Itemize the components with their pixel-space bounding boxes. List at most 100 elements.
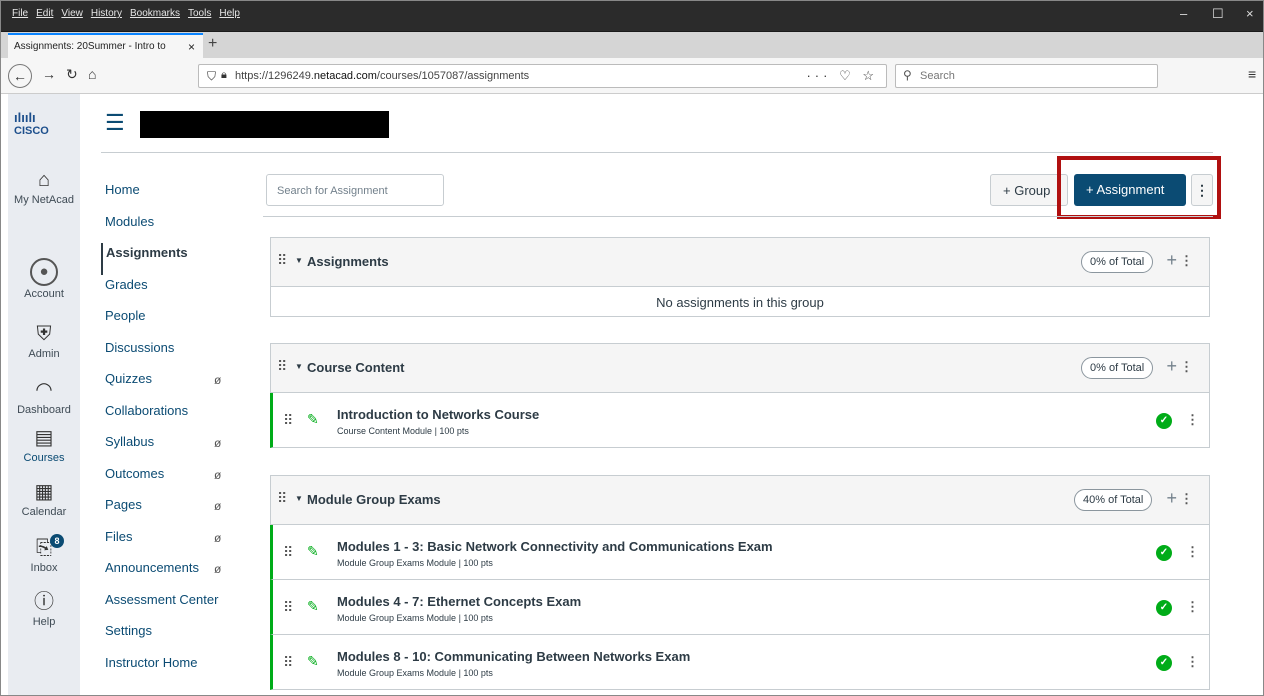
assignment-row[interactable]: ⠿ ✎ Modules 8 - 10: Communicating Betwee… xyxy=(270,635,1210,690)
global-nav-courses[interactable]: ▤ Courses xyxy=(8,426,80,464)
menu-bookmarks[interactable]: Bookmarks xyxy=(130,8,180,19)
assignment-title[interactable]: Modules 1 - 3: Basic Network Connectivit… xyxy=(337,539,773,554)
inbox-icon: ⎘ xyxy=(36,537,52,559)
course-nav-label: Discussions xyxy=(105,339,175,355)
drag-handle-icon[interactable]: ⠿ xyxy=(283,544,293,561)
menu-edit[interactable]: Edit xyxy=(36,8,53,19)
course-nav-assignments[interactable]: Assignments xyxy=(101,243,241,275)
course-nav-discussions[interactable]: Discussions xyxy=(101,338,241,370)
course-nav-label: Announcements xyxy=(105,560,199,575)
course-menu-toggle-icon[interactable]: ☰ xyxy=(105,110,125,136)
group-options-icon[interactable]: ⋮ xyxy=(1180,359,1193,375)
global-nav-dashboard[interactable]: ◠ Dashboard xyxy=(8,378,80,416)
close-window-icon[interactable]: × xyxy=(1246,6,1254,21)
drag-handle-icon[interactable]: ⠿ xyxy=(283,654,293,671)
hidden-eye-icon: ø xyxy=(214,373,222,387)
menu-history[interactable]: History xyxy=(91,8,122,19)
assignment-options-icon[interactable]: ⋮ xyxy=(1186,599,1199,615)
course-nav-instructor-home[interactable]: Instructor Home xyxy=(101,653,241,685)
cisco-logo[interactable]: ılıılı CISCO xyxy=(14,110,74,137)
drag-handle-icon[interactable]: ⠿ xyxy=(283,412,293,429)
back-arrow-icon[interactable]: ← xyxy=(8,64,32,88)
course-nav-syllabus[interactable]: Syllabus ø xyxy=(101,432,241,464)
course-nav-quizzes[interactable]: Quizzes ø xyxy=(101,369,241,401)
menu-help[interactable]: Help xyxy=(219,8,240,19)
course-nav-announcements[interactable]: Announcements ø xyxy=(101,558,241,590)
course-nav-pages[interactable]: Pages ø xyxy=(101,495,241,527)
assignment-row[interactable]: ⠿ ✎ Modules 4 - 7: Ethernet Concepts Exa… xyxy=(270,580,1210,635)
browser-search-input[interactable]: ⚲ Search xyxy=(895,64,1158,88)
drag-handle-icon[interactable]: ⠿ xyxy=(283,599,293,616)
course-nav-files[interactable]: Files ø xyxy=(101,527,241,559)
hidden-eye-icon: ø xyxy=(214,436,222,450)
group-header[interactable]: ⠿ ▼ Course Content 0% of Total + ⋮ xyxy=(270,343,1210,393)
assignment-title[interactable]: Modules 8 - 10: Communicating Between Ne… xyxy=(337,649,690,664)
global-nav: ılıılı CISCO ⌂ My NetAcad ● Account ⛨ Ad… xyxy=(8,94,80,696)
drag-handle-icon[interactable]: ⠿ xyxy=(277,358,287,375)
menu-items: File Edit View History Bookmarks Tools Help xyxy=(12,8,240,19)
published-check-icon[interactable]: ✓ xyxy=(1156,413,1172,429)
assignment-options-icon[interactable]: ⋮ xyxy=(1186,412,1199,428)
maximize-icon[interactable]: ☐ xyxy=(1212,6,1224,22)
global-nav-admin[interactable]: ⛨ Admin xyxy=(8,322,80,360)
minimize-icon[interactable]: – xyxy=(1180,6,1187,21)
browser-tab[interactable]: Assignments: 20Summer - Intro to × xyxy=(8,33,203,58)
menu-tools[interactable]: Tools xyxy=(188,8,211,19)
published-check-icon[interactable]: ✓ xyxy=(1156,545,1172,561)
published-check-icon[interactable]: ✓ xyxy=(1156,600,1172,616)
url-bar[interactable]: ⛉ 🔒︎ https://1296249.netacad.com/courses… xyxy=(198,64,887,88)
global-nav-inbox[interactable]: ⎘ 8 Inbox xyxy=(8,534,80,574)
admin-shield-icon: ⛨ xyxy=(36,323,52,345)
assignment-group: ⠿ ▼ Course Content 0% of Total + ⋮ ⠿ ✎ I… xyxy=(270,343,1210,448)
help-question-icon: ⓘ xyxy=(34,591,54,613)
menu-file[interactable]: File xyxy=(12,8,28,19)
course-nav-outcomes[interactable]: Outcomes ø xyxy=(101,464,241,496)
global-nav-calendar[interactable]: ▦ Calendar xyxy=(8,480,80,518)
tab-close-icon[interactable]: × xyxy=(188,40,195,54)
add-to-group-icon[interactable]: + xyxy=(1166,356,1177,377)
assignment-row[interactable]: ⠿ ✎ Introduction to Networks Course Cour… xyxy=(270,393,1210,448)
global-nav-account[interactable]: ● Account xyxy=(8,258,80,300)
drag-handle-icon[interactable]: ⠿ xyxy=(277,252,287,269)
group-options-icon[interactable]: ⋮ xyxy=(1180,253,1193,269)
reload-icon[interactable]: ↻ xyxy=(66,66,78,83)
add-to-group-icon[interactable]: + xyxy=(1166,250,1177,271)
global-nav-help[interactable]: ⓘ Help xyxy=(8,590,80,628)
assignment-title[interactable]: Introduction to Networks Course xyxy=(337,407,539,422)
collapse-caret-icon[interactable]: ▼ xyxy=(295,256,303,265)
global-nav-my-netacad[interactable]: ⌂ My NetAcad xyxy=(8,168,80,206)
assignment-row[interactable]: ⠿ ✎ Modules 1 - 3: Basic Network Connect… xyxy=(270,525,1210,580)
forward-arrow-icon[interactable]: → xyxy=(42,66,56,82)
group-header[interactable]: ⠿ ▼ Assignments 0% of Total + ⋮ xyxy=(270,237,1210,287)
group-header[interactable]: ⠿ ▼ Module Group Exams 40% of Total + ⋮ xyxy=(270,475,1210,525)
assignment-search-input[interactable]: Search for Assignment xyxy=(266,174,444,206)
course-nav-collaborations[interactable]: Collaborations xyxy=(101,401,241,433)
new-tab-icon[interactable]: + xyxy=(208,35,217,53)
group-options-icon[interactable]: ⋮ xyxy=(1180,491,1193,507)
course-nav-settings[interactable]: Settings xyxy=(101,621,241,653)
course-nav-grades[interactable]: Grades xyxy=(101,275,241,307)
menu-view[interactable]: View xyxy=(61,8,83,19)
assignment-title[interactable]: Modules 4 - 7: Ethernet Concepts Exam xyxy=(337,594,581,609)
page-actions-icons[interactable]: ··· ♡ ☆ xyxy=(806,68,878,84)
browser-menu-icon[interactable]: ≡ xyxy=(1248,66,1256,82)
add-to-group-icon[interactable]: + xyxy=(1166,488,1177,509)
course-nav-people[interactable]: People xyxy=(101,306,241,338)
assignment-options-icon[interactable]: ⋮ xyxy=(1186,654,1199,670)
collapse-caret-icon[interactable]: ▼ xyxy=(295,494,303,503)
drag-handle-icon[interactable]: ⠿ xyxy=(277,490,287,507)
calendar-icon: ▦ xyxy=(34,481,54,503)
collapse-caret-icon[interactable]: ▼ xyxy=(295,362,303,371)
course-nav-label: Grades xyxy=(105,276,148,292)
assignment-icon: ✎ xyxy=(307,411,319,427)
assignment-options-icon[interactable]: ⋮ xyxy=(1186,544,1199,560)
tracking-shield-icon[interactable]: ⛉ xyxy=(207,69,216,84)
assignment-icon: ✎ xyxy=(307,543,319,559)
assignment-group: ⠿ ▼ Module Group Exams 40% of Total + ⋮ … xyxy=(270,475,1210,690)
course-nav-assessment-center[interactable]: Assessment Center xyxy=(101,590,241,622)
lock-icon[interactable]: 🔒︎ xyxy=(221,69,227,82)
course-nav-modules[interactable]: Modules xyxy=(101,212,241,244)
home-icon[interactable]: ⌂ xyxy=(88,66,96,82)
course-nav-home[interactable]: Home xyxy=(101,180,241,212)
published-check-icon[interactable]: ✓ xyxy=(1156,655,1172,671)
